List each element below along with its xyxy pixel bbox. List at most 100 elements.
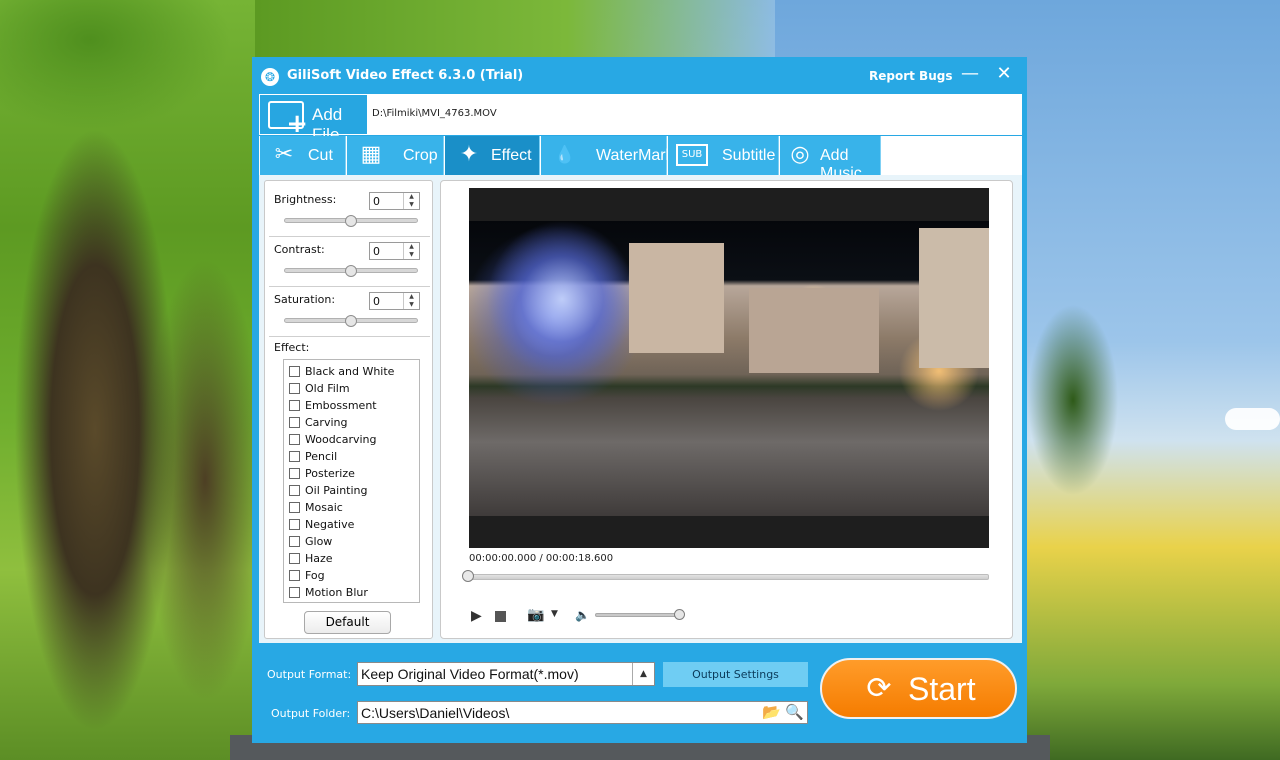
effect-label: Glow	[305, 535, 333, 548]
spin-arrows: ▲ ▼	[403, 243, 419, 259]
divider	[269, 286, 430, 287]
tab-effect[interactable]: ✦ Effect	[445, 136, 540, 175]
checkbox[interactable]	[289, 383, 300, 394]
tab-add-music[interactable]: ◎ Add Music	[780, 136, 881, 182]
checkbox[interactable]	[289, 519, 300, 530]
film-add-icon	[268, 101, 308, 139]
contrast-spinbox[interactable]: 0 ▲ ▼	[369, 242, 420, 260]
brightness-slider-knob[interactable]	[345, 215, 357, 227]
search-icon[interactable]: 🔍	[785, 704, 805, 721]
close-button[interactable]: ✕	[994, 63, 1014, 87]
crop-icon: ▦	[360, 142, 382, 167]
checkbox[interactable]	[289, 417, 300, 428]
desktop-wallpaper-trees	[0, 0, 260, 760]
spin-up-icon[interactable]: ▲	[404, 193, 419, 201]
scissors-icon: ✂	[274, 142, 294, 167]
report-bugs-link[interactable]: Report Bugs	[869, 69, 952, 83]
desktop-wallpaper-cloud	[1225, 408, 1280, 430]
app-logo-icon: ❂	[261, 68, 279, 86]
brightness-value: 0	[373, 195, 380, 208]
checkbox[interactable]	[289, 468, 300, 479]
snapshot-dropdown-icon[interactable]: ▼	[551, 609, 558, 619]
default-button[interactable]: Default	[304, 611, 391, 634]
droplet-icon: 💧	[554, 145, 576, 165]
checkbox[interactable]	[289, 502, 300, 513]
spin-arrows: ▲ ▼	[403, 193, 419, 209]
effect-label: Pencil	[305, 450, 338, 463]
tab-cut[interactable]: ✂ Cut	[260, 136, 346, 175]
divider	[269, 336, 430, 337]
output-settings-button[interactable]: Output Settings	[663, 662, 808, 687]
editor-area: Brightness: 0 ▲ ▼ Contrast: 0 ▲ ▼ Saturati…	[259, 175, 1022, 643]
stop-icon[interactable]	[495, 611, 506, 622]
checkbox[interactable]	[289, 536, 300, 547]
checkbox[interactable]	[289, 570, 300, 581]
volume-icon[interactable]: 🔈	[575, 607, 590, 623]
play-icon[interactable]: ▶	[471, 608, 485, 624]
chevron-up-icon[interactable]: ▲	[632, 663, 654, 685]
effect-label: Mosaic	[305, 501, 343, 514]
output-format-label: Output Format:	[267, 668, 352, 681]
tab-watermark[interactable]: 💧 WaterMark	[541, 136, 674, 175]
minimize-button[interactable]: —	[960, 63, 980, 87]
output-format-value: Keep Original Video Format(*.mov)	[361, 666, 579, 682]
tab-label: Crop	[403, 147, 438, 164]
folder-icon[interactable]: 📂	[762, 704, 782, 721]
desktop-wallpaper-tree	[1028, 300, 1123, 500]
checkbox[interactable]	[289, 366, 300, 377]
checkbox[interactable]	[289, 400, 300, 411]
stars-icon: ✦	[459, 142, 479, 167]
effect-label: Posterize	[305, 467, 355, 480]
brightness-label: Brightness:	[274, 193, 337, 206]
saturation-slider-knob[interactable]	[345, 315, 357, 327]
output-folder-label: Output Folder:	[271, 707, 351, 720]
effect-label: Haze	[305, 552, 333, 565]
add-file-button[interactable]: Add File	[260, 95, 367, 144]
saturation-label: Saturation:	[274, 293, 336, 306]
refresh-icon: ⟳	[866, 671, 892, 706]
effect-checklist: Black and White Old Film Embossment Carving…	[283, 359, 420, 603]
video-building	[919, 228, 989, 368]
checkbox[interactable]	[289, 451, 300, 462]
file-path: D:\Filmiki\MVI_4763.MOV	[372, 108, 497, 119]
effect-label: Woodcarving	[305, 433, 377, 446]
start-label: Start	[908, 671, 976, 707]
spin-down-icon[interactable]: ▼	[404, 301, 419, 309]
output-folder-field[interactable]: C:\Users\Daniel\Videos\ 📂 🔍	[357, 701, 808, 724]
spin-down-icon[interactable]: ▼	[404, 251, 419, 259]
spin-down-icon[interactable]: ▼	[404, 201, 419, 209]
effect-label: Embossment	[305, 399, 377, 412]
video-building	[629, 243, 724, 353]
tab-subtitle[interactable]: SUB Subtitle	[668, 136, 779, 175]
spin-arrows: ▲ ▼	[403, 293, 419, 309]
checkbox[interactable]	[289, 553, 300, 564]
title-bar[interactable]: ❂ GiliSoft Video Effect 6.3.0 (Trial) Re…	[252, 57, 1027, 95]
contrast-slider-knob[interactable]	[345, 265, 357, 277]
spin-up-icon[interactable]: ▲	[404, 243, 419, 251]
preview-panel: 00:00:00.000 / 00:00:18.600 ▶ 📷 ▼ 🔈	[440, 180, 1013, 639]
effect-label: Black and White	[305, 365, 395, 378]
contrast-label: Contrast:	[274, 243, 325, 256]
checkbox[interactable]	[289, 434, 300, 445]
effect-label: Carving	[305, 416, 348, 429]
camera-icon[interactable]: 📷	[527, 607, 547, 623]
output-format-select[interactable]: Keep Original Video Format(*.mov) ▲	[357, 662, 655, 686]
video-preview[interactable]	[469, 188, 989, 548]
tab-crop[interactable]: ▦ Crop	[347, 136, 444, 175]
desktop-wallpaper-foliage	[255, 0, 775, 60]
volume-slider-knob[interactable]	[673, 609, 685, 620]
window-title: GiliSoft Video Effect 6.3.0 (Trial)	[287, 68, 524, 83]
checkbox[interactable]	[289, 485, 300, 496]
spin-up-icon[interactable]: ▲	[404, 293, 419, 301]
start-button[interactable]: ⟳ Start	[820, 658, 1017, 719]
speaker-icon: ◎	[790, 142, 810, 167]
seek-knob[interactable]	[462, 570, 474, 582]
seek-bar[interactable]	[467, 574, 989, 580]
video-building	[749, 288, 879, 373]
app-window: ❂ GiliSoft Video Effect 6.3.0 (Trial) Re…	[252, 57, 1027, 743]
tab-label: WaterMark	[596, 147, 674, 164]
checkbox[interactable]	[289, 587, 300, 598]
brightness-spinbox[interactable]: 0 ▲ ▼	[369, 192, 420, 210]
volume-slider-track[interactable]	[595, 613, 679, 617]
saturation-spinbox[interactable]: 0 ▲ ▼	[369, 292, 420, 310]
